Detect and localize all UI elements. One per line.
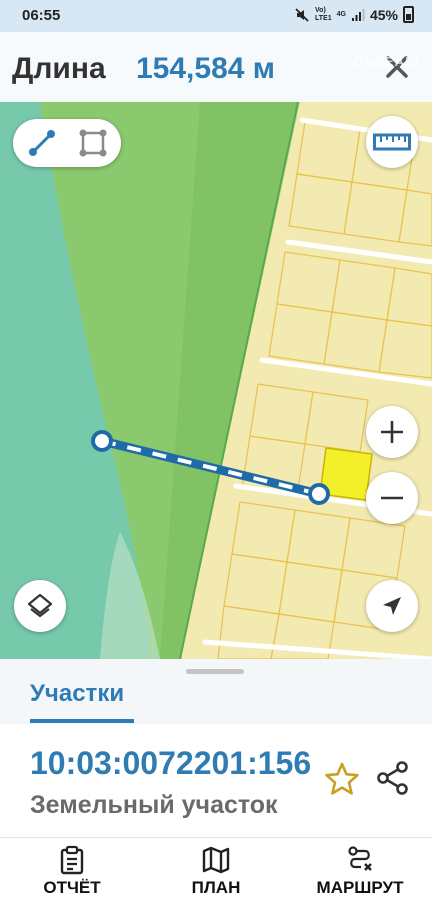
nav-plan[interactable]: ПЛАН (178, 838, 254, 910)
ruler-button[interactable] (366, 116, 418, 168)
line-mode-button[interactable] (19, 124, 65, 162)
map-icon (202, 846, 230, 874)
tab-parcels[interactable]: Участки (30, 680, 124, 708)
network-labels: Vo) LTE1 (315, 7, 332, 23)
status-bar: 06:55 Vo) LTE1 4G 45% (0, 0, 432, 32)
zoom-in-button[interactable] (366, 406, 418, 458)
nav-report[interactable]: ОТЧЁТ (34, 838, 110, 910)
polygon-mode-button[interactable] (71, 124, 115, 162)
battery-icon (403, 6, 414, 23)
zoom-out-icon (381, 496, 403, 500)
lte-label: LTE1 (315, 14, 332, 22)
layers-icon (27, 593, 53, 618)
measure-header: Длина 154,584 м ONREALT (0, 32, 432, 102)
app-screen: 06:55 Vo) LTE1 4G 45% Длина 154,584 м ON… (0, 0, 432, 910)
measure-end-point[interactable] (308, 483, 330, 505)
measure-mode-toggle (13, 119, 121, 167)
route-icon (348, 846, 372, 871)
ruler-icon (373, 133, 411, 151)
zoom-out-button[interactable] (366, 472, 418, 524)
locate-button[interactable] (366, 580, 418, 632)
star-icon[interactable] (324, 761, 360, 797)
signal-icon (351, 8, 365, 21)
measure-start-point[interactable] (91, 430, 113, 452)
nav-route[interactable]: МАРШРУТ (306, 838, 414, 910)
status-time: 06:55 (22, 7, 61, 24)
mute-icon (295, 7, 309, 22)
layers-button[interactable] (14, 580, 66, 632)
line-measure-icon (29, 130, 55, 156)
bottom-nav: ОТЧЁТ ПЛАН МАРШРУТ (0, 838, 432, 910)
parcel-type: Земельный участок (30, 791, 278, 819)
share-icon[interactable] (374, 759, 412, 797)
nav-report-label: ОТЧЁТ (43, 878, 101, 897)
battery-percent: 45% (369, 6, 398, 23)
polygon-measure-icon (79, 129, 107, 157)
status-icons: Vo) LTE1 4G 45% (294, 6, 414, 23)
volte-label: Vo) (315, 6, 326, 14)
sheet-drag-handle[interactable] (186, 669, 244, 674)
map-canvas[interactable] (0, 102, 432, 659)
sheet-tabs: Участки (0, 659, 432, 724)
length-value: 154,584 м (136, 52, 275, 85)
parcel-cadastral-number[interactable]: 10:03:0072201:156 (30, 745, 311, 782)
nav-route-label: МАРШРУТ (316, 878, 404, 897)
locate-icon (383, 597, 401, 615)
map-view[interactable] (0, 102, 432, 659)
nav-plan-label: ПЛАН (191, 878, 241, 897)
zoom-in-icon (381, 421, 403, 443)
network-type: 4G (337, 11, 346, 19)
length-label: Длина (12, 52, 106, 85)
report-icon (60, 845, 84, 875)
tab-active-indicator (30, 719, 134, 723)
watermark: ONREALT (353, 54, 422, 69)
parcel-sheet: Участки 10:03:0072201:156 Земельный учас… (0, 659, 432, 910)
network-type-label: 4G (336, 10, 346, 18)
